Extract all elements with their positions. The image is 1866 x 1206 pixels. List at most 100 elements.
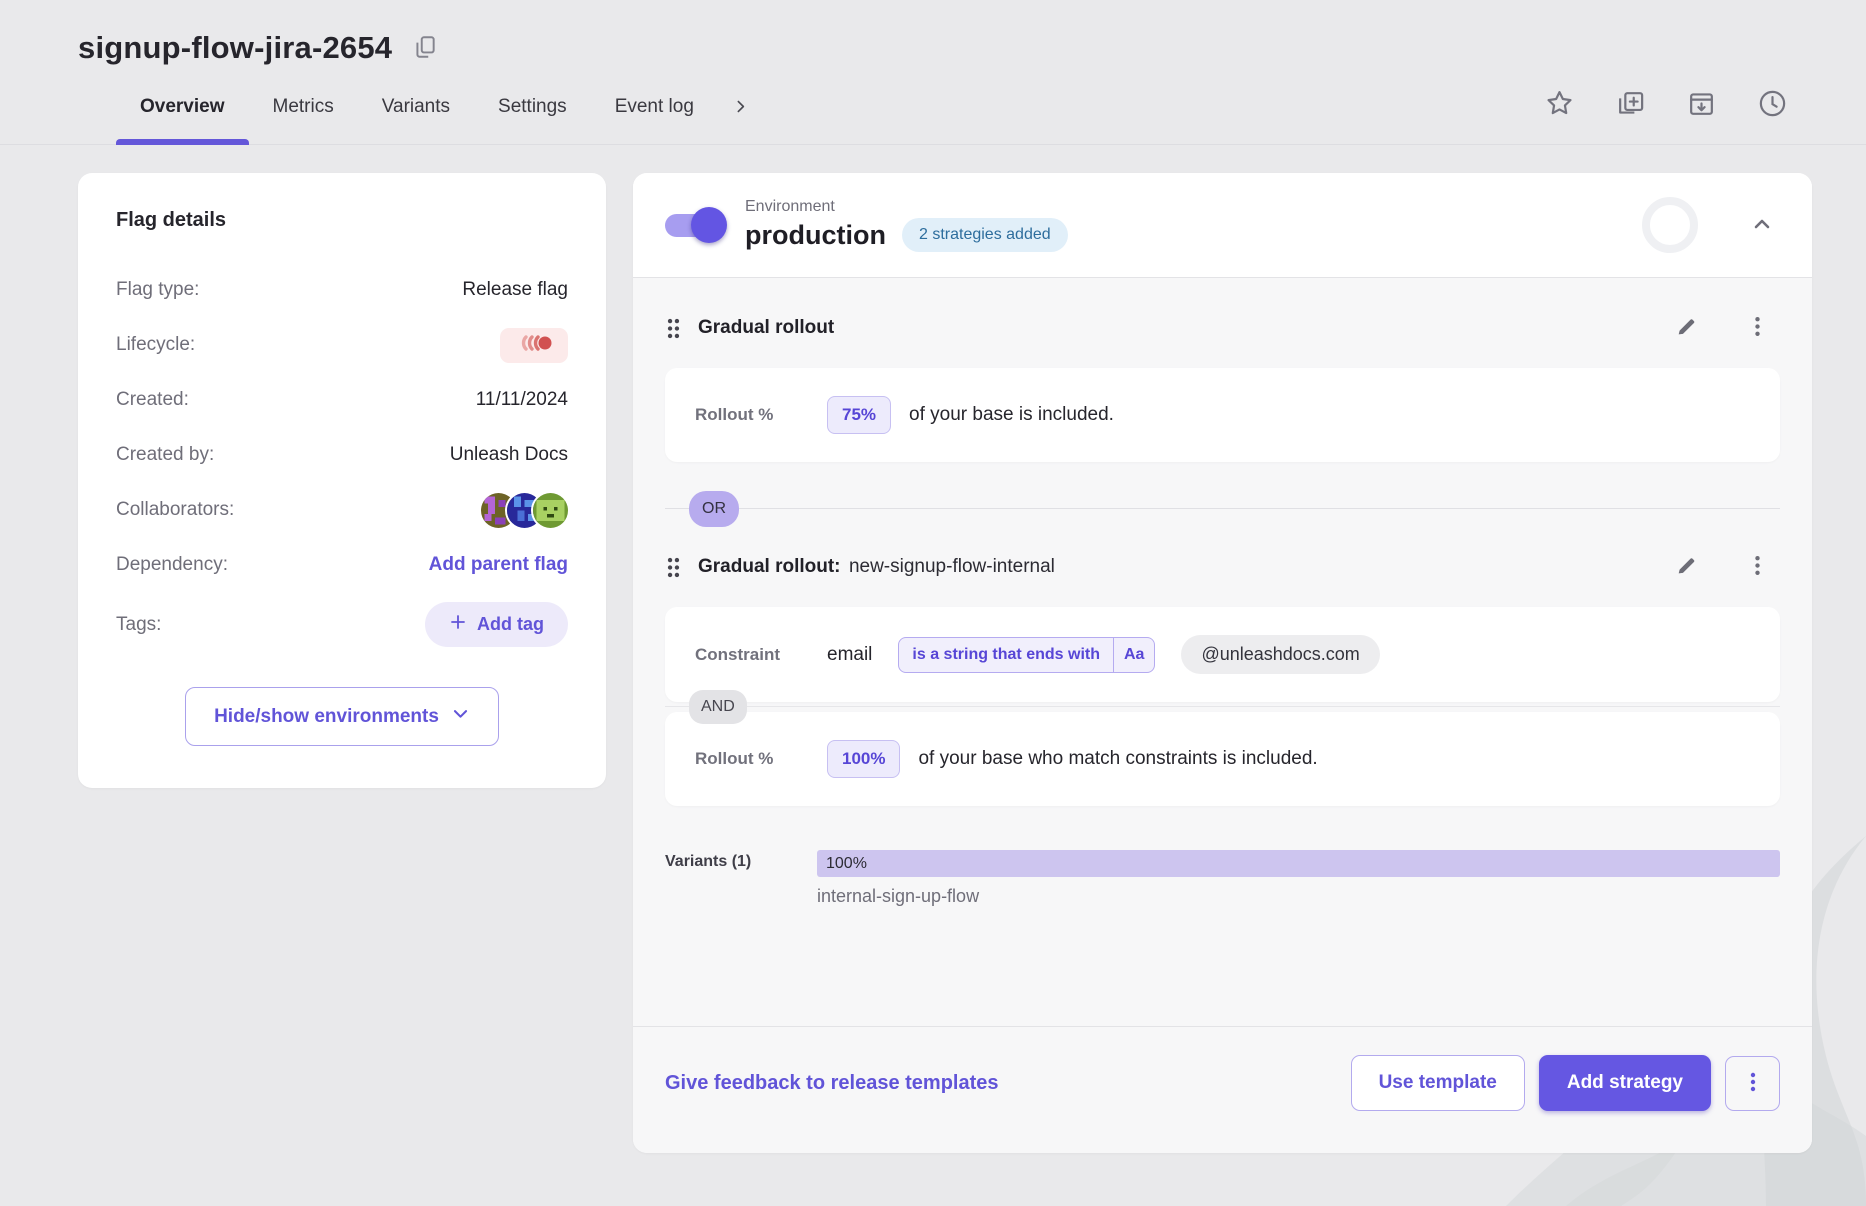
tab-metrics[interactable]: Metrics (249, 72, 358, 144)
dependency-row: Dependency: Add parent flag (116, 547, 568, 583)
kebab-menu-icon (1745, 314, 1770, 342)
strategy-1-rollout-card: Rollout % 75% of your base is included. (665, 368, 1780, 462)
add-parent-flag-link[interactable]: Add parent flag (429, 554, 568, 576)
content-area: Flag details Flag type: Release flag Lif… (0, 145, 1866, 1153)
plus-icon (449, 613, 467, 636)
environment-header: Environment production 2 strategies adde… (633, 173, 1812, 277)
strategy-2-menu-button[interactable] (1745, 553, 1770, 581)
edit-strategy-2-button[interactable] (1674, 553, 1699, 581)
pencil-icon (1674, 314, 1699, 342)
archive-icon (1686, 88, 1717, 122)
created-by-row: Created by: Unleash Docs (116, 437, 568, 473)
add-strategy-button[interactable]: Add strategy (1539, 1055, 1711, 1111)
and-divider-line (665, 706, 1780, 707)
constraint-field: email (827, 644, 872, 666)
strategies-list: Gradual rollout (633, 277, 1812, 1026)
rollout-label: Rollout % (695, 749, 827, 769)
collaborator-avatar[interactable] (533, 493, 568, 528)
copy-icon (412, 34, 438, 63)
page-header: signup-flow-jira-2654 (0, 0, 1866, 66)
star-icon (1544, 88, 1575, 122)
rollout-percent-chip: 100% (827, 740, 900, 778)
variant-name: internal-sign-up-flow (817, 886, 1780, 907)
kebab-menu-icon (1741, 1070, 1765, 1097)
environment-footer: Give feedback to release templates Use t… (633, 1026, 1812, 1153)
metrics-donut (1642, 197, 1698, 253)
tab-settings[interactable]: Settings (474, 72, 591, 144)
collaborator-avatars (481, 493, 568, 528)
tags-label: Tags: (116, 614, 161, 636)
flag-type-value: Release flag (462, 279, 568, 301)
created-row: Created: 11/11/2024 (116, 382, 568, 418)
flag-details-panel: Flag details Flag type: Release flag Lif… (78, 173, 606, 788)
created-value: 11/11/2024 (476, 389, 568, 411)
history-button[interactable] (1757, 88, 1788, 122)
pencil-icon (1674, 553, 1699, 581)
constraint-label: Constraint (695, 645, 827, 665)
strategy-separator: OR (665, 508, 1780, 509)
environment-name: production (745, 220, 886, 251)
variants-label: Variants (1) (665, 850, 817, 907)
lifecycle-label: Lifecycle: (116, 334, 195, 356)
tabs-overflow-button[interactable] (732, 98, 749, 118)
drag-handle-icon[interactable] (665, 556, 682, 579)
hide-show-environments-button[interactable]: Hide/show environments (185, 687, 499, 746)
collapse-environment-button[interactable] (1750, 212, 1774, 239)
constraint-operator-chip: is a string that ends with (898, 637, 1114, 673)
tab-overview[interactable]: Overview (116, 72, 249, 144)
chevron-right-icon (732, 98, 749, 118)
use-template-button[interactable]: Use template (1351, 1055, 1525, 1111)
strategy-2-header: Gradual rollout: new-signup-flow-interna… (665, 553, 1780, 581)
strategy-2-name: new-signup-flow-internal (849, 556, 1055, 577)
environment-toggle[interactable] (665, 205, 723, 245)
add-tag-label: Add tag (477, 614, 544, 635)
clock-icon (1757, 88, 1788, 122)
strategy-1-header: Gradual rollout (665, 314, 1780, 342)
strategy-1-title: Gradual rollout (698, 317, 834, 339)
strategy-2-title: Gradual rollout: (698, 556, 841, 577)
environment-info: Environment production 2 strategies adde… (745, 198, 1068, 252)
constraint-join: AND (665, 702, 1780, 712)
and-chip: AND (689, 690, 747, 724)
collaborators-label: Collaborators: (116, 499, 234, 521)
rollout-description: of your base is included. (909, 404, 1114, 426)
lifecycle-row: Lifecycle: (116, 327, 568, 363)
lifecycle-stage-badge[interactable] (500, 328, 568, 363)
constraint-card: Constraint email is a string that ends w… (665, 607, 1780, 702)
drag-handle-icon[interactable] (665, 317, 682, 340)
strategy-2-rollout-card: Rollout % 100% of your base who match co… (665, 712, 1780, 806)
created-by-value: Unleash Docs (450, 444, 568, 466)
add-tag-button[interactable]: Add tag (425, 602, 568, 647)
flag-type-label: Flag type: (116, 279, 199, 301)
page-title: signup-flow-jira-2654 (78, 30, 392, 66)
footer-menu-button[interactable] (1725, 1056, 1780, 1111)
flag-overview-page: signup-flow-jira-2654 Overview Metrics V… (0, 0, 1866, 1206)
environment-label: Environment (745, 198, 1068, 216)
strategy-1-menu-button[interactable] (1745, 314, 1770, 342)
chevron-up-icon (1750, 224, 1774, 239)
variants-section: Variants (1) 100% internal-sign-up-flow (665, 850, 1780, 907)
flag-details-heading: Flag details (116, 209, 568, 232)
flag-action-icons (1544, 88, 1788, 128)
toggle-knob (691, 207, 727, 243)
constraint-value-pill: @unleashdocs.com (1181, 635, 1379, 674)
case-sensitivity-chip[interactable]: Aa (1114, 637, 1155, 673)
rollout-description: of your base who match constraints is in… (918, 748, 1317, 770)
tab-bar: Overview Metrics Variants Settings Event… (0, 72, 1866, 145)
copy-flag-button[interactable] (1615, 88, 1646, 122)
variant-weight-bar: 100% (817, 850, 1780, 877)
archive-flag-button[interactable] (1686, 88, 1717, 122)
strategy-item-2: Gradual rollout: new-signup-flow-interna… (665, 553, 1780, 907)
collaborators-row: Collaborators: (116, 492, 568, 528)
tab-event-log[interactable]: Event log (591, 72, 718, 144)
copy-name-button[interactable] (412, 34, 438, 63)
release-templates-feedback-link[interactable]: Give feedback to release templates (665, 1072, 999, 1095)
tab-variants[interactable]: Variants (358, 72, 474, 144)
strategies-count-badge: 2 strategies added (902, 218, 1068, 252)
dependency-label: Dependency: (116, 554, 228, 576)
hide-show-environments-label: Hide/show environments (214, 706, 439, 728)
favorite-button[interactable] (1544, 88, 1575, 122)
flag-type-row: Flag type: Release flag (116, 272, 568, 308)
edit-strategy-1-button[interactable] (1674, 314, 1699, 342)
rollout-percent-chip: 75% (827, 396, 891, 434)
